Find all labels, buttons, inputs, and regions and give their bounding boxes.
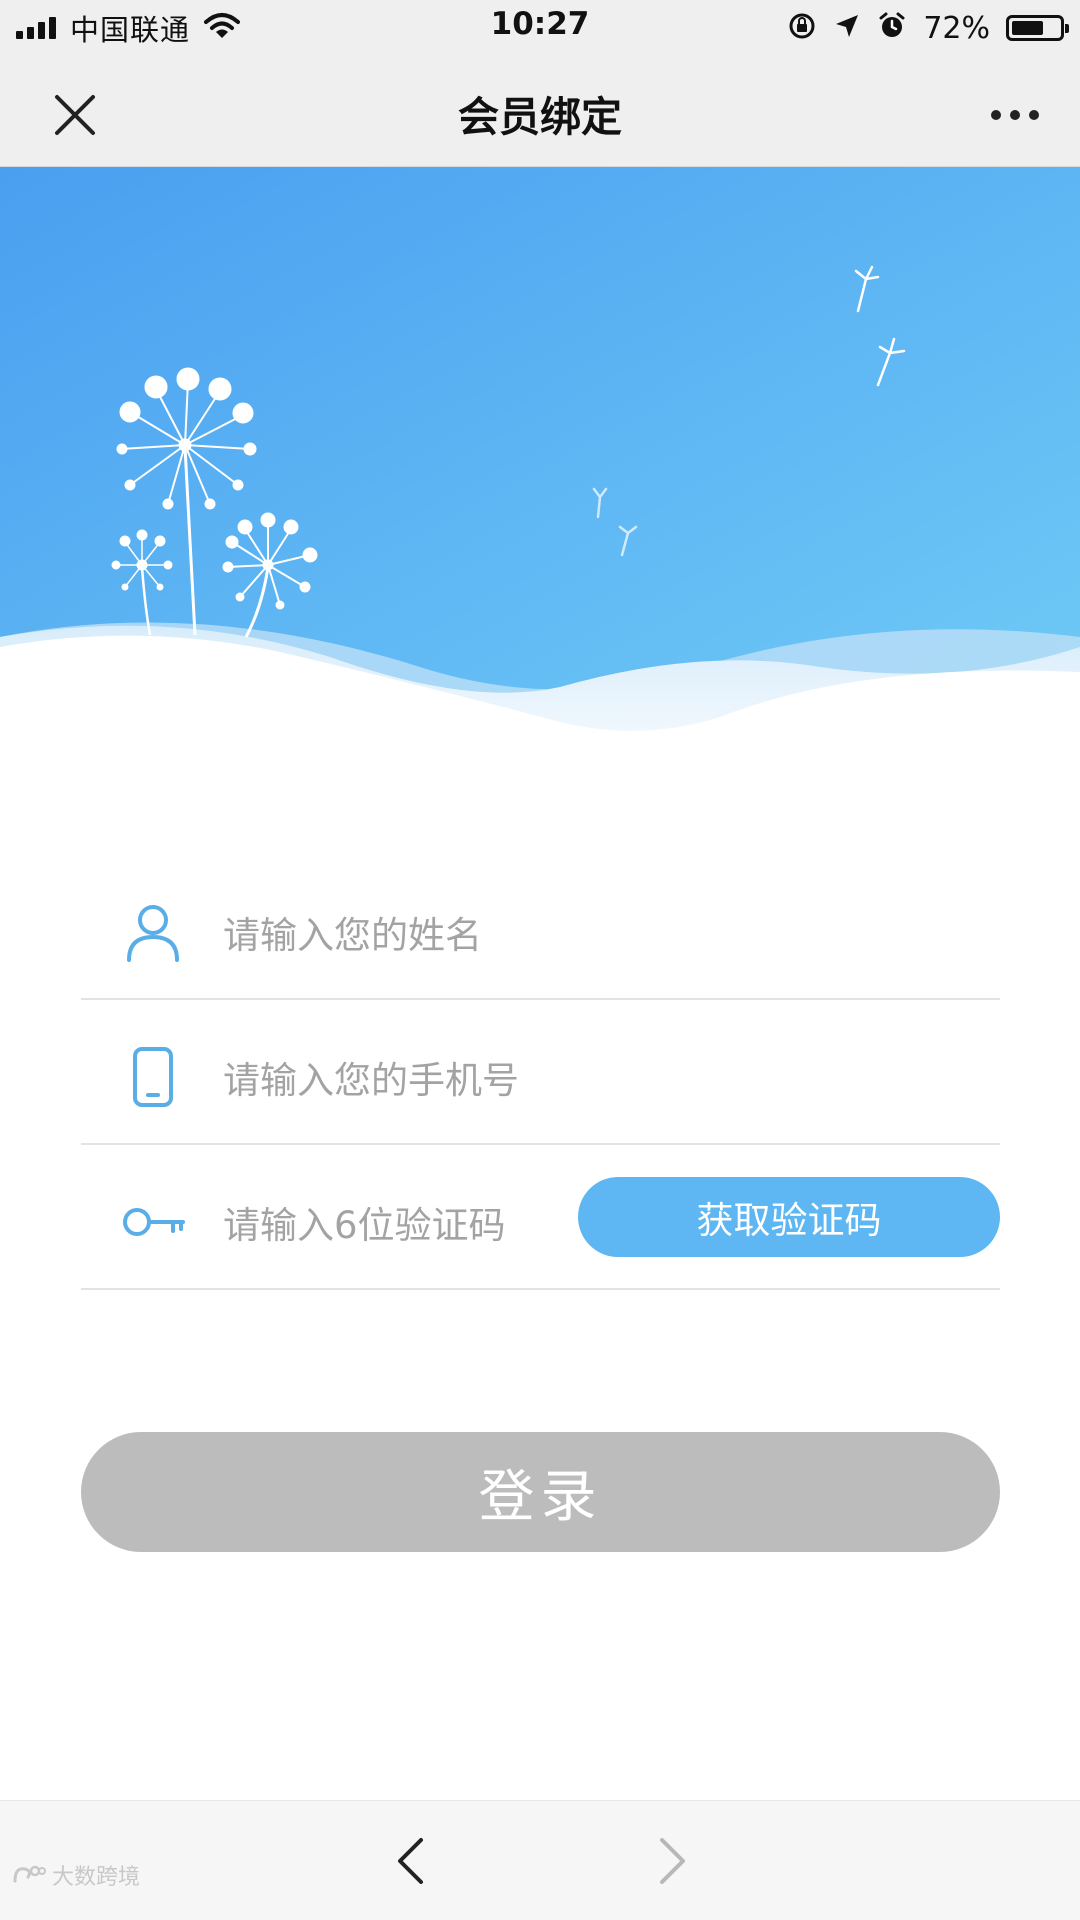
chevron-right-icon [660, 1838, 685, 1884]
battery-percent: 72% [923, 10, 990, 46]
forward-button[interactable] [643, 1829, 703, 1893]
member-binding-screen: 中国联通 10:27 72% 会员绑定 请输入您的姓名 请输入您的手机号 请输入… [0, 0, 1080, 1920]
watermark: 大数跨境 [12, 1859, 140, 1891]
key-icon [123, 1208, 185, 1236]
chevron-left-icon [398, 1838, 423, 1884]
status-bar: 中国联通 10:27 72% [0, 0, 1080, 55]
banner-illustration [0, 167, 1080, 747]
verification-code-row: 获取验证码 [81, 1160, 1000, 1290]
page-title: 会员绑定 [458, 93, 622, 141]
more-button[interactable] [980, 85, 1050, 145]
rotation-lock-icon [787, 11, 817, 45]
phone-row [81, 1015, 1000, 1145]
phone-icon [133, 1047, 173, 1107]
phone-input[interactable] [223, 1050, 823, 1110]
get-code-button[interactable]: 获取验证码 [578, 1177, 1000, 1257]
watermark-text: 大数跨境 [52, 1865, 141, 1890]
bottom-toolbar: 大数跨境 [0, 1800, 1080, 1920]
name-row [81, 870, 1000, 1000]
alarm-icon [877, 11, 907, 45]
user-icon [127, 905, 179, 962]
login-button[interactable]: 登录 [81, 1432, 1000, 1552]
watermark-logo-icon [13, 1865, 46, 1883]
status-right: 72% [787, 8, 1069, 48]
nav-bar: 会员绑定 [0, 55, 1080, 167]
location-icon [833, 12, 861, 44]
verification-code-input[interactable] [223, 1195, 563, 1255]
name-input[interactable] [223, 905, 823, 965]
battery-icon [1006, 15, 1069, 41]
back-button[interactable] [380, 1829, 440, 1893]
more-icon [991, 110, 1039, 120]
